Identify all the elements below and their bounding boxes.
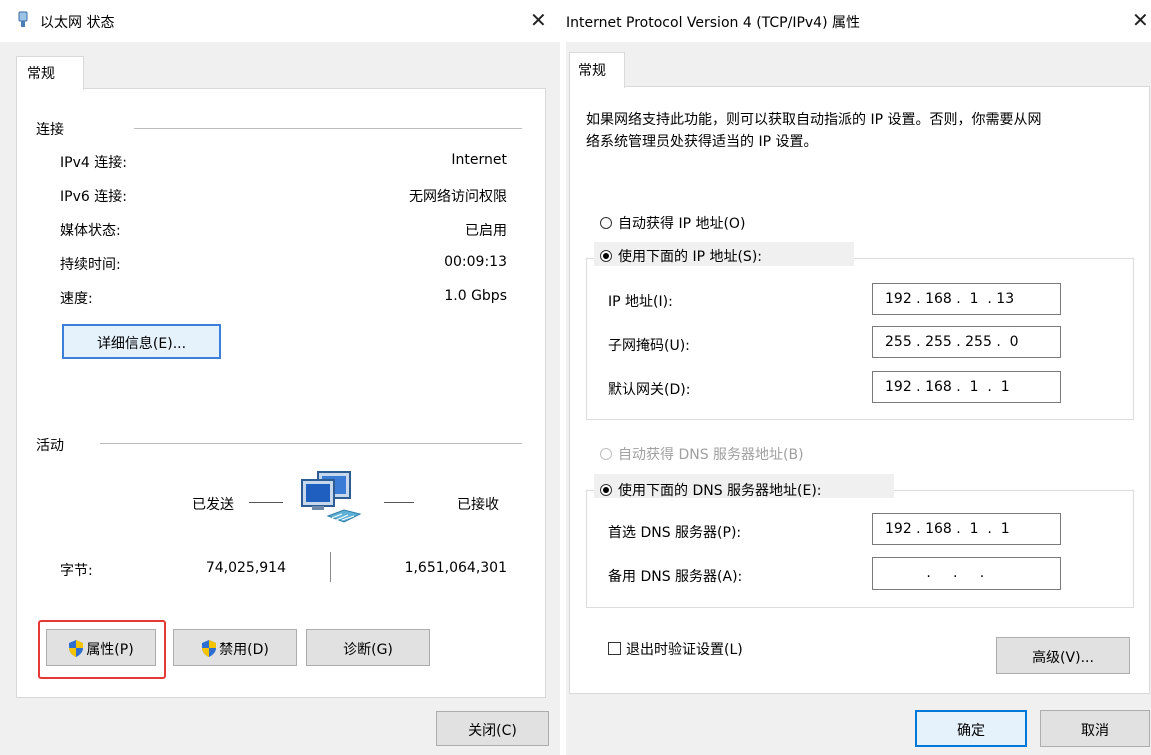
disable-button-label: 禁用(D) <box>219 642 269 658</box>
preferred-dns-input[interactable]: 192 . 168 . 1 . 1 <box>872 513 1061 545</box>
connection-header: 连接 <box>36 122 64 138</box>
auto-ip-label: 自动获得 IP 地址(O) <box>618 216 746 232</box>
manual-dns-label: 使用下面的 DNS 服务器地址(E): <box>618 483 822 499</box>
sent-label: 已发送 <box>192 497 234 513</box>
subnet-mask-label: 子网掩码(U): <box>608 338 690 354</box>
description-line-1: 如果网络支持此功能，则可以获取自动指派的 IP 设置。否则，你需要从网 <box>586 112 1042 128</box>
bytes-divider <box>330 552 331 582</box>
duration-label: 持续时间: <box>60 257 121 273</box>
received-label: 已接收 <box>457 497 499 513</box>
details-button[interactable]: 详细信息(E)... <box>62 324 221 359</box>
network-computers-icon <box>298 470 366 534</box>
media-state-value: 已启用 <box>465 223 507 239</box>
default-gateway-input[interactable]: 192 . 168 . 1 . 1 <box>872 371 1061 403</box>
diagnose-button-label: 诊断(G) <box>343 642 393 658</box>
subnet-mask-input[interactable]: 255 . 255 . 255 . 0 <box>872 326 1061 358</box>
validate-on-exit-label: 退出时验证设置(L) <box>626 642 743 658</box>
properties-button[interactable]: 属性(P) <box>46 629 156 666</box>
tab-general[interactable]: 常规 <box>16 56 84 90</box>
bytes-received-value: 1,651,064,301 <box>404 560 507 576</box>
close-icon[interactable]: ✕ <box>1132 8 1149 32</box>
details-button-label: 详细信息(E)... <box>96 336 187 352</box>
ipv6-connectivity-label: IPv6 连接: <box>60 189 127 205</box>
activity-header: 活动 <box>36 438 64 454</box>
ok-button[interactable]: 确定 <box>915 710 1027 747</box>
sent-dash <box>249 502 283 503</box>
auto-dns-radio[interactable] <box>600 448 612 460</box>
window-title: Internet Protocol Version 4 (TCP/IPv4) 属… <box>566 15 860 31</box>
validate-on-exit-checkbox[interactable] <box>608 642 621 655</box>
uac-shield-icon <box>202 640 217 657</box>
ip-address-input[interactable]: 192 . 168 . 1 . 13 <box>872 283 1061 315</box>
divider <box>100 443 522 444</box>
bytes-sent-value: 74,025,914 <box>205 560 286 576</box>
title-bar: Internet Protocol Version 4 (TCP/IPv4) 属… <box>566 0 1151 42</box>
auto-dns-label: 自动获得 DNS 服务器地址(B) <box>618 447 804 463</box>
diagnose-button[interactable]: 诊断(G) <box>306 629 430 666</box>
alternate-dns-input[interactable]: . . . <box>872 557 1061 590</box>
duration-value: 00:09:13 <box>444 254 507 270</box>
alternate-dns-label: 备用 DNS 服务器(A): <box>608 569 743 585</box>
speed-value: 1.0 Gbps <box>444 288 507 304</box>
divider <box>134 128 522 129</box>
cancel-button-label: 取消 <box>1081 723 1109 739</box>
advanced-button[interactable]: 高级(V)... <box>996 637 1130 674</box>
ipv4-properties-window: Internet Protocol Version 4 (TCP/IPv4) 属… <box>566 0 1151 755</box>
ok-button-label: 确定 <box>957 723 985 739</box>
disable-button[interactable]: 禁用(D) <box>173 629 297 666</box>
cancel-button[interactable]: 取消 <box>1040 710 1150 747</box>
ipv4-connectivity-label: IPv4 连接: <box>60 155 127 171</box>
general-panel <box>16 88 546 698</box>
tab-general-label: 常规 <box>578 63 606 79</box>
ip-address-label: IP 地址(I): <box>608 294 673 310</box>
speed-label: 速度: <box>60 291 93 307</box>
ipv4-connectivity-value: Internet <box>451 152 507 168</box>
manual-ip-label: 使用下面的 IP 地址(S): <box>618 249 762 265</box>
received-dash <box>384 502 414 503</box>
close-icon[interactable]: ✕ <box>530 8 547 32</box>
manual-ip-radio[interactable] <box>600 250 612 262</box>
preferred-dns-label: 首选 DNS 服务器(P): <box>608 525 742 541</box>
advanced-button-label: 高级(V)... <box>1032 650 1094 666</box>
properties-button-label: 属性(P) <box>86 642 134 658</box>
ipv6-connectivity-value: 无网络访问权限 <box>409 189 507 205</box>
bytes-label: 字节: <box>60 563 93 579</box>
uac-shield-icon <box>69 640 84 657</box>
tab-general[interactable]: 常规 <box>569 52 625 88</box>
manual-dns-radio[interactable] <box>600 484 612 496</box>
tab-general-label: 常规 <box>27 66 55 82</box>
default-gateway-label: 默认网关(D): <box>608 382 691 398</box>
title-bar: 以太网 状态 ✕ <box>0 0 560 42</box>
window-title: 以太网 状态 <box>40 15 115 31</box>
close-button[interactable]: 关闭(C) <box>436 711 549 746</box>
description-line-2: 络系统管理员处获得适当的 IP 设置。 <box>586 134 818 150</box>
auto-ip-radio[interactable] <box>600 217 612 229</box>
media-state-label: 媒体状态: <box>60 223 121 239</box>
network-adapter-icon <box>16 11 30 33</box>
manual-dns-group <box>586 490 1134 608</box>
ethernet-status-window: 以太网 状态 ✕ 常规 连接 IPv4 连接: Internet IPv6 连接… <box>0 0 560 755</box>
close-button-label: 关闭(C) <box>468 723 517 739</box>
